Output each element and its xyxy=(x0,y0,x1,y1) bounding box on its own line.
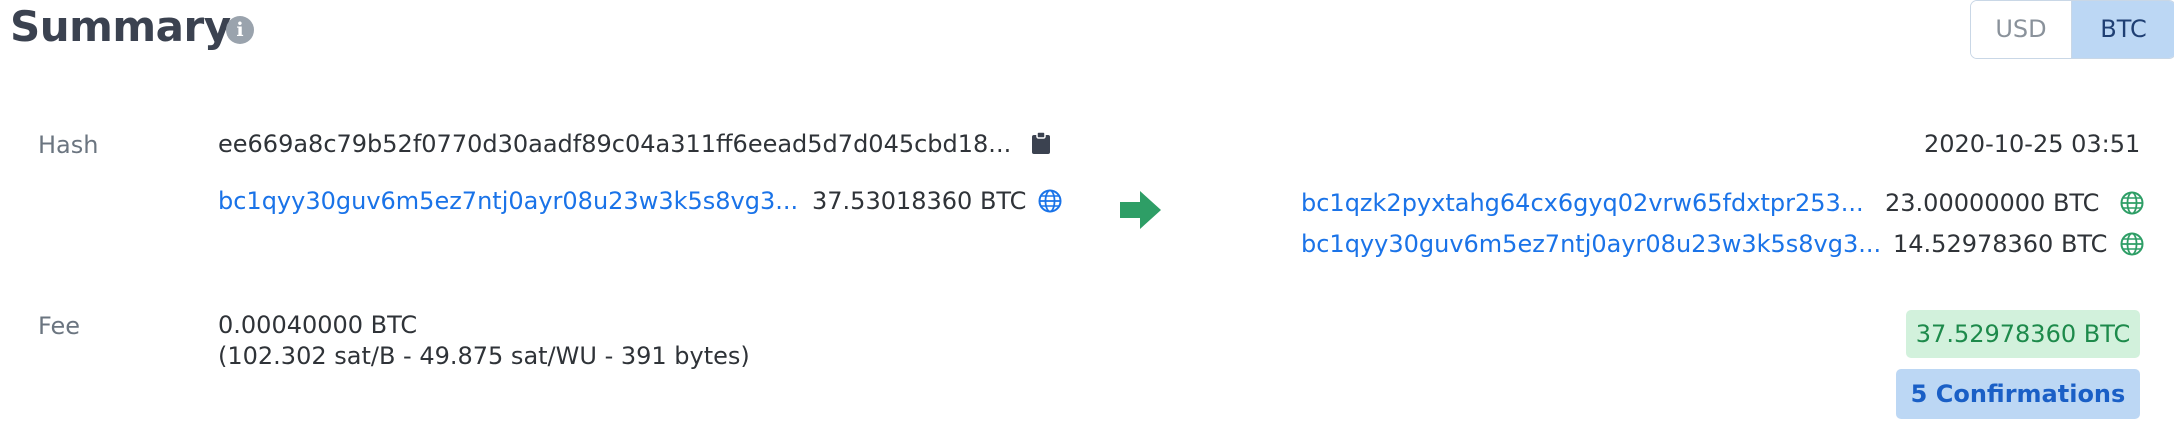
tx-hash-value: ee669a8c79b52f0770d30aadf89c04a311ff6eea… xyxy=(218,130,1012,158)
tx-timestamp: 2020-10-25 03:51 xyxy=(1924,130,2141,158)
arrow-right-icon xyxy=(1120,191,1161,229)
fee-details: (102.302 sat/B - 49.875 sat/WU - 391 byt… xyxy=(218,342,750,370)
clipboard-icon[interactable] xyxy=(1032,132,1050,154)
globe-icon[interactable] xyxy=(2120,191,2144,215)
globe-icon[interactable] xyxy=(2120,232,2144,256)
fee-label: Fee xyxy=(38,312,81,340)
output-amount: 23.00000000 BTC xyxy=(1885,189,2100,217)
fee-amount: 0.00040000 BTC xyxy=(218,311,418,339)
currency-toggle[interactable]: USD BTC xyxy=(1970,0,2174,59)
page-title: Summary xyxy=(10,2,231,51)
total-output-badge: 37.52978360 BTC xyxy=(1906,310,2140,358)
globe-icon[interactable] xyxy=(1038,189,1062,213)
hash-label: Hash xyxy=(38,131,99,159)
currency-btc-button[interactable]: BTC xyxy=(2071,1,2174,58)
output-amount: 14.52978360 BTC xyxy=(1893,230,2108,258)
output-address-link[interactable]: bc1qzk2pyxtahg64cx6gyq02vrw65fdxtpr253..… xyxy=(1301,189,1864,217)
input-address-link[interactable]: bc1qyy30guv6m5ez7ntj0ayr08u23w3k5s8vg3..… xyxy=(218,187,798,215)
currency-usd-button[interactable]: USD xyxy=(1971,1,2071,58)
output-address-link[interactable]: bc1qyy30guv6m5ez7ntj0ayr08u23w3k5s8vg3..… xyxy=(1301,230,1881,258)
confirmations-badge[interactable]: 5 Confirmations xyxy=(1896,369,2140,419)
info-icon[interactable]: i xyxy=(226,16,254,44)
input-amount: 37.53018360 BTC xyxy=(812,187,1027,215)
